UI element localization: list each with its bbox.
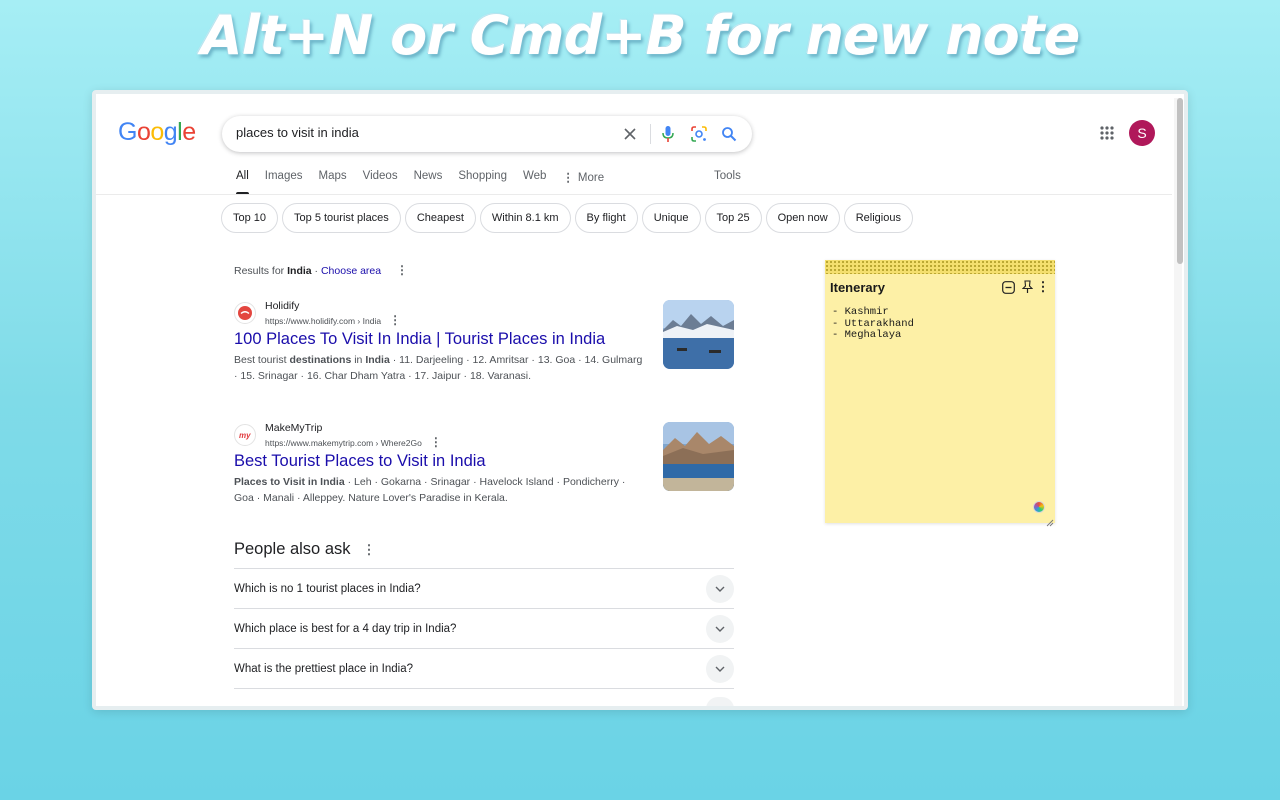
minimize-icon[interactable] [1001,280,1015,294]
result-thumbnail[interactable] [663,300,734,369]
chip-within-distance[interactable]: Within 8.1 km [479,203,571,233]
paa-question[interactable]: Which is no 1 tourist places in India? [234,568,734,608]
result-title-link[interactable]: Best Tourist Places to Visit in India [234,452,486,471]
result-url-text: https://www.holidify.com › India [265,316,382,326]
scrollbar-thumb[interactable] [1177,98,1183,264]
chevron-down-icon[interactable] [706,654,734,683]
tab-more-label: More [577,172,605,184]
makemytrip-favicon: my [234,424,256,446]
paa-question-text: What is the prettiest place in India? [234,662,413,675]
lens-icon[interactable] [689,124,709,144]
kebab-icon: ⋮ [562,172,574,184]
note-drag-handle[interactable] [825,260,1055,274]
google-logo[interactable]: Google [118,118,196,147]
search-box [222,116,752,152]
tab-videos[interactable]: Videos [363,170,398,196]
result-menu-icon[interactable]: ⋮ [430,436,442,448]
chevron-down-icon[interactable] [706,614,734,643]
tab-more[interactable]: ⋮ More [562,170,604,196]
tab-news[interactable]: News [414,170,443,196]
resize-handle-icon[interactable] [1046,514,1054,527]
note-title[interactable]: Itenerary [830,280,885,295]
apps-grid-icon[interactable] [1099,125,1115,141]
result-url-text: https://www.makemytrip.com › Where2Go [265,438,422,448]
result-url[interactable]: https://www.makemytrip.com › Where2Go ⋮ [265,436,442,448]
search-icon[interactable] [719,124,739,144]
chevron-down-icon[interactable] [706,697,734,706]
chip-cheapest[interactable]: Cheapest [404,203,476,233]
pin-icon[interactable] [1020,280,1034,294]
chip-top-10[interactable]: Top 10 [221,203,279,233]
more-options-icon[interactable]: ⋮ [396,264,408,276]
chip-top-5-tourist-places[interactable]: Top 5 tourist places [282,203,401,233]
svg-text:my: my [239,431,251,440]
chip-religious[interactable]: Religious [843,203,913,233]
results-for-prefix: Results for [234,265,285,277]
result-snippet: Best tourist destinations in India · 11.… [234,354,643,382]
people-also-ask-title: People also ask ⋮ [234,540,376,559]
result-url[interactable]: https://www.holidify.com › India ⋮ [265,314,401,326]
microphone-icon[interactable] [658,124,678,144]
tabs-divider [96,194,1172,195]
chip-open-now[interactable]: Open now [765,203,840,233]
paa-question[interactable]: Which place is best for a 4 day trip in … [234,608,734,648]
paa-question[interactable]: What is the prettiest place in India? [234,648,734,688]
browser-window: Google S All Images Maps Videos News Sho… [92,90,1188,710]
sticky-note[interactable]: Itenerary ⋮ - Kashmir - Uttarakhand - Me… [825,260,1055,527]
result-snippet: Places to Visit in India · Leh · Gokarna… [234,476,626,504]
tab-web[interactable]: Web [523,170,546,196]
search-divider [650,124,651,144]
clear-icon[interactable] [620,124,640,144]
tab-all[interactable]: All [236,170,249,196]
tab-images[interactable]: Images [265,170,303,196]
search-input[interactable] [236,125,606,140]
tools-button[interactable]: Tools [714,170,741,182]
result-site-name: Holidify [265,300,300,312]
result-thumbnail[interactable] [663,422,734,491]
note-body[interactable]: - Kashmir - Uttarakhand - Meghalaya [832,306,914,342]
results-for-place: India [287,265,312,277]
color-picker-icon[interactable] [1033,501,1045,513]
filter-chips: Top 10 Top 5 tourist places Cheapest Wit… [221,203,913,233]
chip-by-flight[interactable]: By flight [574,203,638,233]
paa-question-text: Which is no 1 tourist places in India? [234,582,421,595]
paa-question[interactable] [234,688,734,706]
result-title-link[interactable]: 100 Places To Visit In India | Tourist P… [234,330,605,349]
chevron-down-icon[interactable] [706,574,734,603]
account-avatar[interactable]: S [1129,120,1155,146]
banner-title: Alt+N or Cmd+B for new note [200,4,1080,67]
people-also-ask-list: Which is no 1 tourist places in India? W… [234,568,734,706]
tab-shopping[interactable]: Shopping [458,170,507,196]
note-menu-icon[interactable]: ⋮ [1036,279,1050,294]
paa-question-text: Which place is best for a 4 day trip in … [234,622,457,635]
result-site-name: MakeMyTrip [265,422,323,434]
paa-menu-icon[interactable]: ⋮ [363,543,376,556]
results-for: Results for India · Choose area ⋮ [234,264,408,277]
tab-maps[interactable]: Maps [319,170,347,196]
result-menu-icon[interactable]: ⋮ [389,314,401,326]
choose-area-link[interactable]: Choose area [321,265,381,277]
chip-top-25[interactable]: Top 25 [704,203,762,233]
people-also-ask-label: People also ask [234,540,351,558]
holidify-favicon [234,302,256,324]
chip-unique[interactable]: Unique [641,203,701,233]
results-for-separator: · [314,265,319,277]
search-tabs: All Images Maps Videos News Shopping Web… [236,170,620,196]
